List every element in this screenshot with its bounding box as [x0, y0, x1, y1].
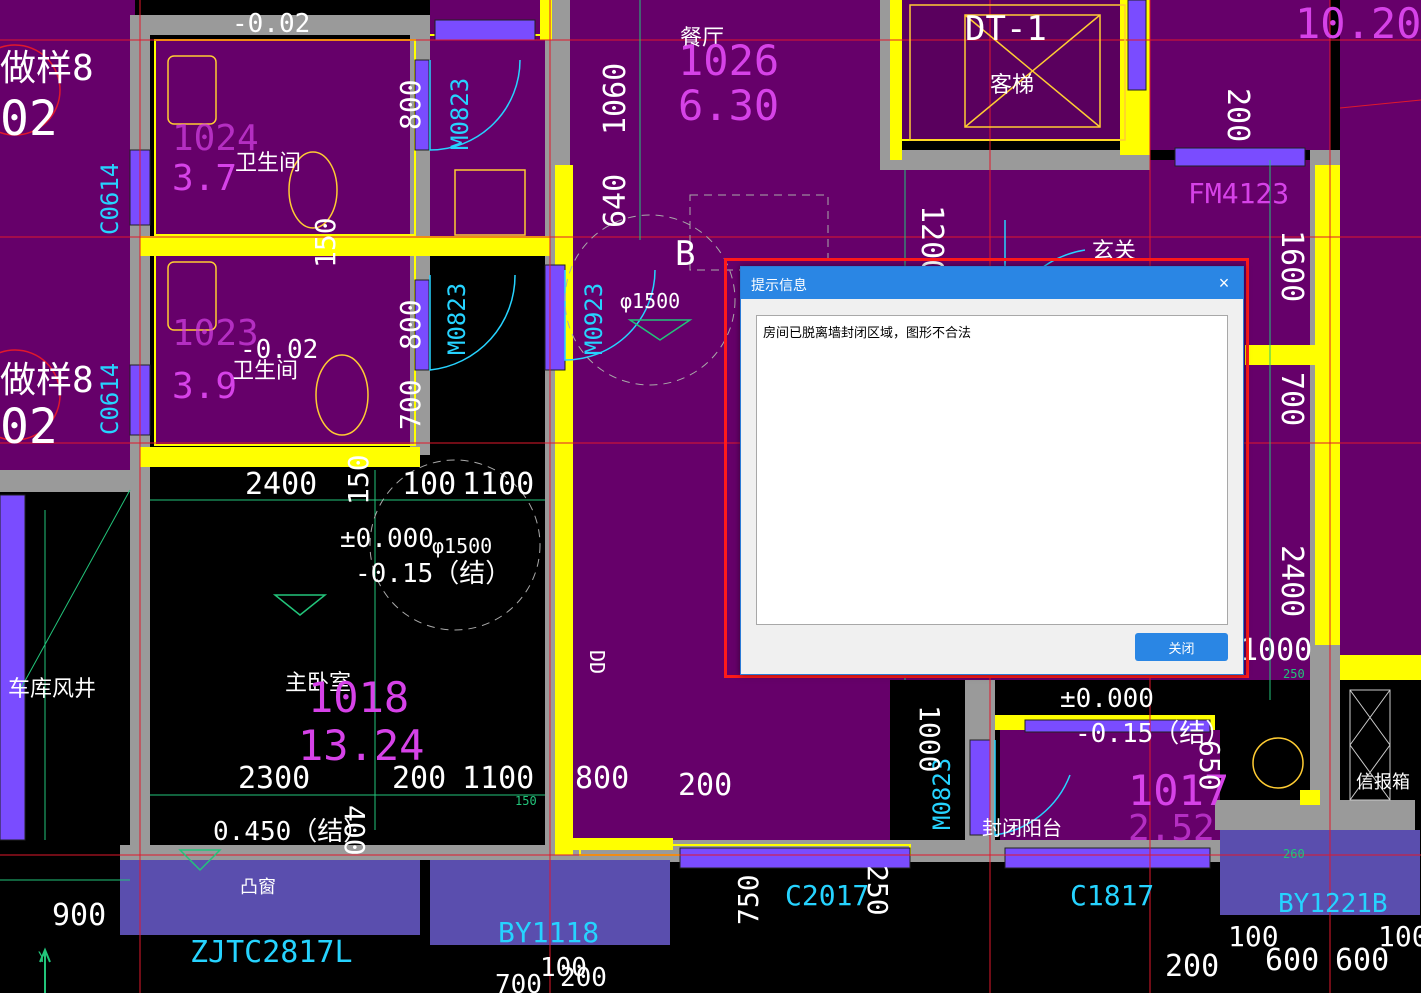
dialog-message: 房间已脱离墙封闭区域，图形不合法 [756, 315, 1228, 625]
door-m0823-a: M0823 [446, 78, 474, 150]
master-bedroom-number: 1018 [308, 673, 409, 722]
dim-150: 150 [309, 217, 342, 268]
dim-2400-right: 2400 [1274, 545, 1309, 617]
dim-1060: 1060 [598, 63, 633, 135]
door-m0823-b: M0823 [443, 283, 471, 355]
entrance-label: 玄关 [1092, 239, 1136, 264]
by1221b-label: BY1221B [1278, 889, 1388, 919]
dim-1000: 1000 [1240, 633, 1312, 668]
dim-100-d: 100 [540, 953, 587, 983]
phi1500-b: φ1500 [620, 289, 680, 313]
bathroom1-number: 1024 [172, 118, 259, 159]
zjtc-label: ZJTC2817L [190, 935, 353, 970]
closed-balcony-label: 封闭阳台 [982, 816, 1062, 840]
top-level: -0.02 [232, 9, 310, 39]
window-c0614-a: C0614 [96, 163, 124, 235]
dialog-title: 提示信息 [751, 278, 807, 294]
dd-label: DD [585, 650, 609, 674]
style8-a: 做样8 [0, 48, 94, 89]
ucs-y-label: Y [38, 950, 47, 966]
dim-640: 640 [598, 174, 633, 228]
dim-150-small: 150 [515, 794, 537, 808]
dim-700-right: 700 [1274, 372, 1309, 426]
dim-250: 250 [861, 865, 894, 916]
dim-200-c: 200 [1165, 949, 1219, 984]
phi1500-a: φ1500 [432, 534, 492, 558]
dim-1000-v: 1000 [913, 705, 946, 772]
dim-150-v: 150 [342, 454, 375, 505]
dialog-titlebar[interactable]: 提示信息 × [741, 267, 1243, 299]
lobby-level: ±0.000 [1060, 684, 1154, 714]
elevator-code-label: DT-1 [965, 9, 1047, 49]
dim-600-a: 600 [1265, 943, 1319, 978]
balcony-area: 2.52 [1128, 808, 1215, 849]
garage-shaft-label: 车库风井 [8, 677, 96, 702]
style8-b: 做样8 [0, 360, 94, 401]
info-box-label: 信报箱 [1356, 772, 1410, 793]
dim-800-c: 800 [575, 761, 629, 796]
dim-260-small: 260 [1283, 847, 1305, 861]
bathroom1-area: 3.7 [172, 158, 237, 199]
dim-700-c: 700 [495, 970, 542, 993]
dim-650: 650 [1193, 740, 1226, 791]
dim-2300: 2300 [238, 761, 310, 796]
num02-a: 02 [0, 91, 58, 147]
c1817-label: C1817 [1070, 879, 1154, 912]
dim-2400: 2400 [245, 467, 317, 502]
dim-200-right: 200 [1220, 88, 1255, 142]
dim-100-c: 100 [1378, 920, 1421, 953]
dim-400: 400 [338, 805, 371, 856]
dim-1100-b: 1100 [462, 761, 534, 796]
dining-room-area: 6.30 [678, 81, 779, 130]
bathroom-level: -0.02 [240, 335, 318, 365]
dim-1100: 1100 [462, 467, 534, 502]
bathroom2-area: 3.9 [172, 366, 237, 407]
dining-room-number: 1026 [678, 36, 779, 85]
fm4123-label: FM4123 [1188, 177, 1289, 210]
b-tag: B [675, 234, 695, 274]
dim-200-b: 200 [678, 768, 732, 803]
dim-800-a: 800 [394, 79, 427, 130]
level-pm0000: ±0.000 [340, 524, 434, 554]
window-c0614-b: C0614 [96, 363, 124, 435]
by1118-label: BY1118 [498, 916, 599, 949]
dim-200: 200 [392, 761, 446, 796]
bay-window-label: 凸窗 [240, 877, 276, 898]
close-icon[interactable]: × [1213, 272, 1235, 294]
c2017-label: C2017 [785, 879, 869, 912]
dim-750: 750 [732, 874, 765, 925]
dim-100: 100 [402, 467, 456, 502]
info-dialog: 提示信息 × 房间已脱离墙封闭区域，图形不合法 关闭 [740, 266, 1244, 675]
dim-250-small: 250 [1283, 667, 1305, 681]
dim-800-b: 800 [394, 299, 427, 350]
dim-900: 900 [52, 898, 106, 933]
num02-b: 02 [0, 399, 58, 455]
close-button[interactable]: 关闭 [1135, 633, 1228, 661]
level-10-20-label: 10.20 [1295, 0, 1421, 48]
door-m0923: M0923 [580, 283, 608, 355]
dim-1600: 1600 [1274, 230, 1309, 302]
elevator-label: 客梯 [990, 73, 1034, 98]
dim-700-left: 700 [394, 379, 427, 430]
level-015: -0.15（结） [355, 559, 511, 589]
